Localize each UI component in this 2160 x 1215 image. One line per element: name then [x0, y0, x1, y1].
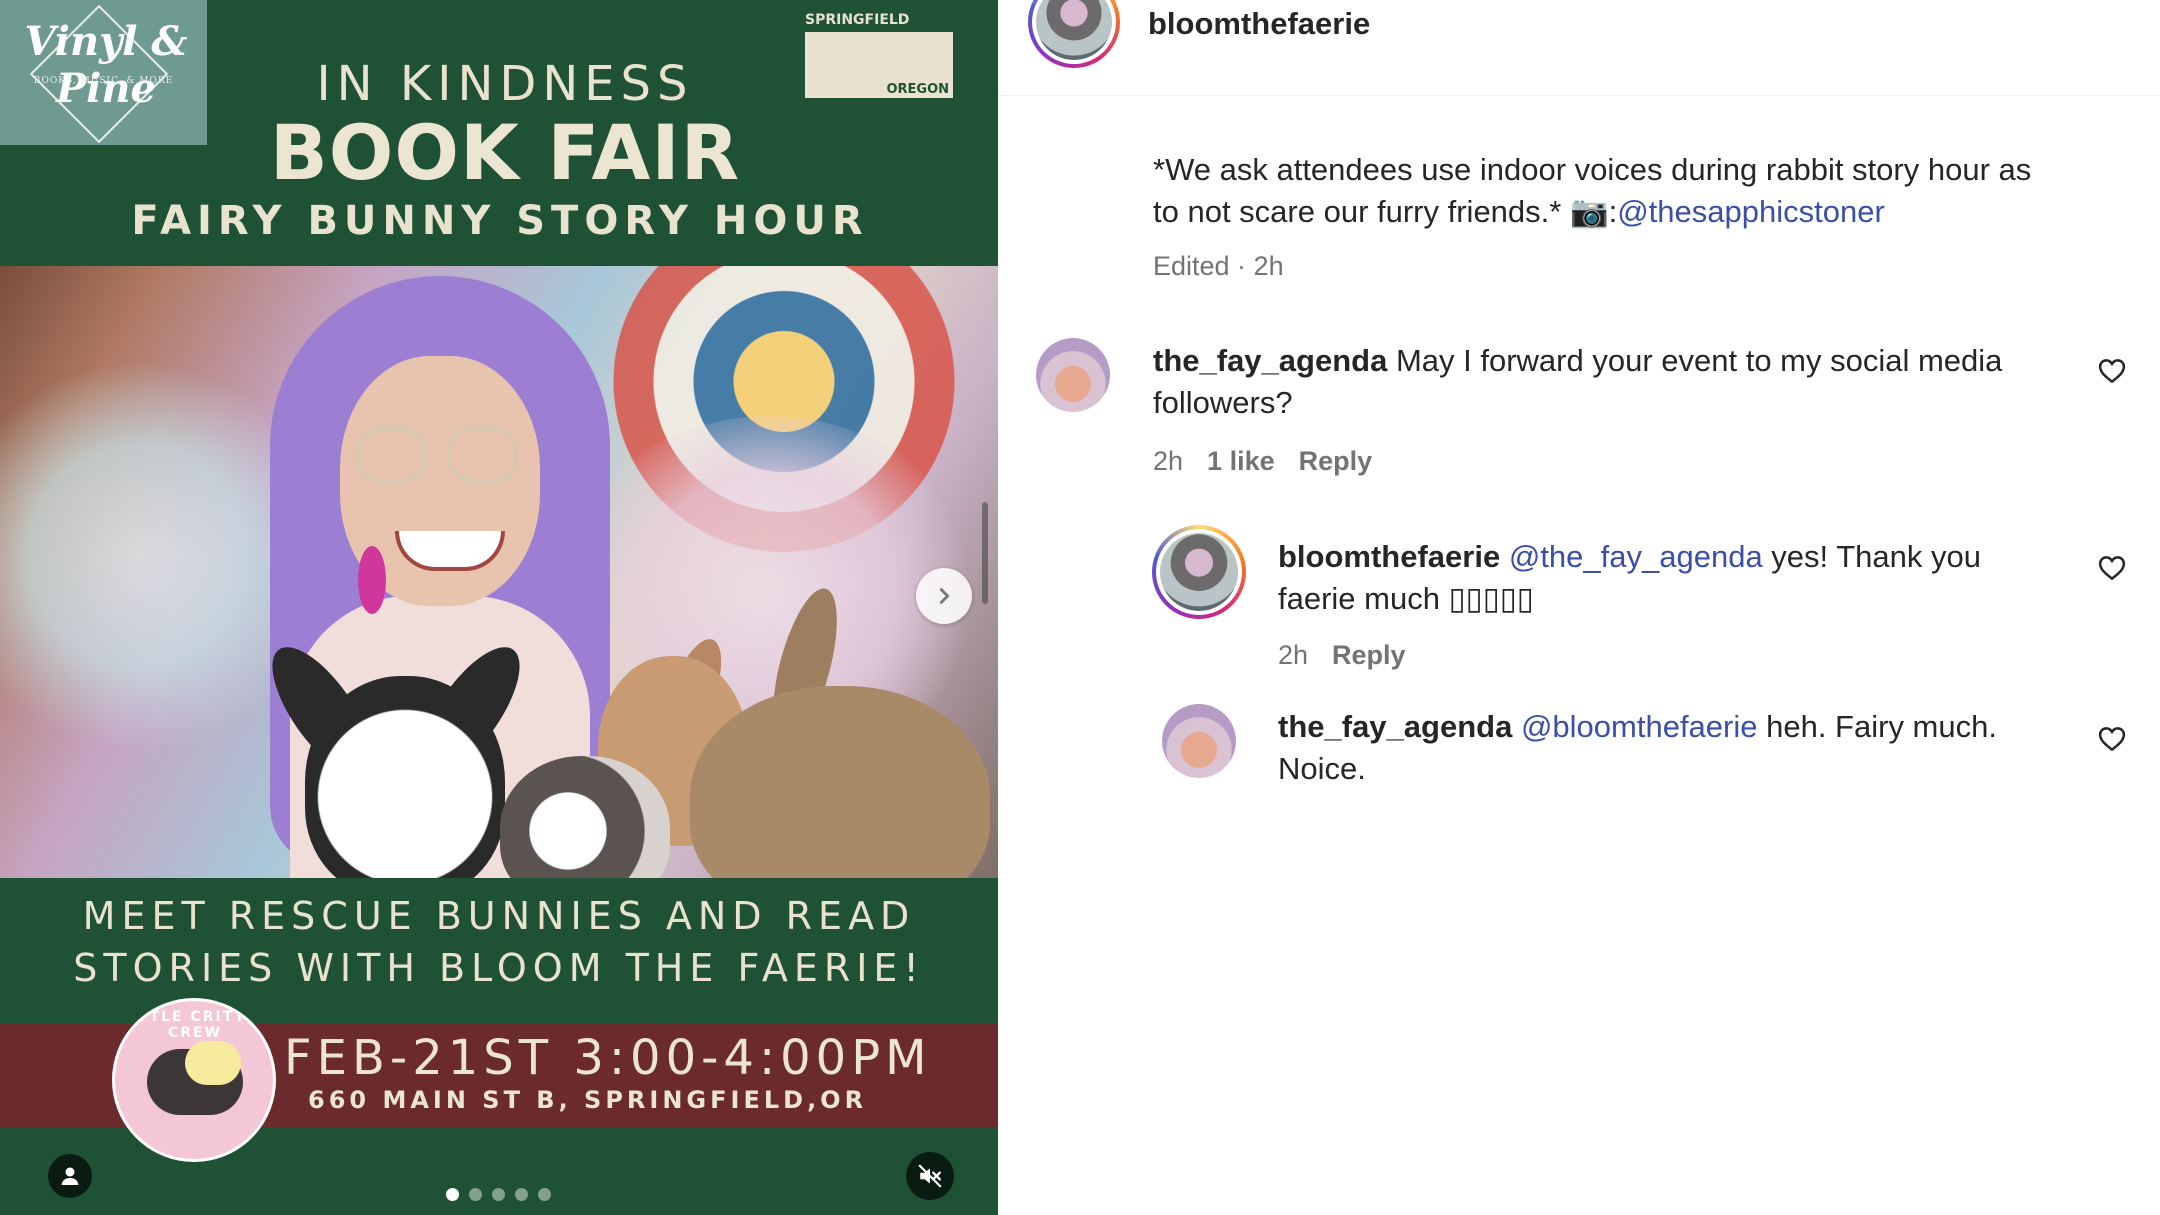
- glasses: [355, 426, 525, 486]
- tagline: MEET RESCUE BUNNIES AND READ STORIES WIT…: [0, 890, 998, 994]
- comment-time: 2h: [1153, 446, 1184, 476]
- carousel-dot[interactable]: [469, 1188, 482, 1201]
- comment-1-meta: 2h 1 like Reply: [1153, 446, 1372, 477]
- caption-line-1: *We ask attendees use indoor voices duri…: [1153, 152, 2032, 187]
- carousel-indicator: [446, 1188, 551, 1201]
- event-address: 660 MAIN ST B, SPRINGFIELD,OR: [308, 1086, 868, 1114]
- comment-username[interactable]: the_fay_agenda: [1278, 709, 1512, 744]
- camera-icon: 📷: [1569, 194, 1609, 229]
- comment-line-1: the_fay_agenda @bloomthefaerie heh. Fair…: [1278, 706, 2098, 748]
- carousel-dot[interactable]: [492, 1188, 505, 1201]
- comment-line-2: Noice.: [1278, 751, 1366, 786]
- caption-text: to not scare our furry friends.*: [1153, 194, 1570, 229]
- bunny-brown: [690, 686, 990, 878]
- comment-line-2: faerie much ▯▯▯▯▯: [1278, 581, 1534, 616]
- logo-springfield-top: SPRINGFIELD: [805, 12, 910, 28]
- little-critter-crew-logo: LITTLE CRITTER CREW: [112, 998, 276, 1162]
- author-avatar-image: [1036, 0, 1112, 60]
- comment-line-1: bloomthefaerie @the_fay_agenda yes! Than…: [1278, 536, 2098, 578]
- bunny-black-white: [305, 676, 505, 878]
- comment-text: May I forward your event to my social me…: [1395, 343, 2003, 378]
- event-date-time: FEB-21ST 3:00-4:00PM: [284, 1030, 932, 1086]
- carousel-dot[interactable]: [515, 1188, 528, 1201]
- like-heart-icon[interactable]: [2097, 553, 2127, 583]
- author-avatar[interactable]: [1028, 0, 1120, 68]
- media-scrollbar[interactable]: [982, 502, 988, 604]
- headline-in-kindness: IN KINDNESS: [316, 56, 694, 112]
- like-heart-icon[interactable]: [2097, 356, 2127, 386]
- post-media: Vinyl & Pine BOOKS, MUSIC, & MORE SPRING…: [0, 0, 998, 1215]
- comment-likes[interactable]: 1 like: [1207, 446, 1275, 476]
- person-icon: [61, 1167, 79, 1185]
- comment-3: the_fay_agenda @bloomthefaerie heh. Fair…: [1278, 706, 2098, 790]
- earring: [358, 546, 386, 614]
- comment-1: the_fay_agenda May I forward your event …: [1153, 340, 2073, 424]
- caption-colon: :: [1608, 194, 1618, 229]
- critter-logo-chick: [185, 1041, 241, 1085]
- like-heart-icon[interactable]: [2097, 724, 2127, 754]
- mention-link[interactable]: @thesapphicstoner: [1617, 194, 1885, 229]
- comment-line-2: followers?: [1153, 385, 1293, 420]
- carousel-next-button[interactable]: [916, 568, 972, 624]
- tagline-line-1: MEET RESCUE BUNNIES AND READ: [82, 894, 916, 938]
- event-photo: [0, 266, 998, 878]
- post-panel: bloomthefaerie *We ask attendees use ind…: [998, 0, 2160, 1215]
- reply-button[interactable]: Reply: [1332, 640, 1406, 670]
- carousel-dot[interactable]: [538, 1188, 551, 1201]
- mention-link[interactable]: @bloomthefaerie: [1521, 709, 1758, 744]
- reply-button[interactable]: Reply: [1299, 446, 1373, 476]
- comment-line-1: the_fay_agenda May I forward your event …: [1153, 340, 2073, 382]
- caption-meta: Edited · 2h: [1153, 251, 1284, 281]
- post-header: bloomthefaerie: [998, 0, 2160, 96]
- comment-text: heh. Fairy much.: [1757, 709, 1997, 744]
- comment-username[interactable]: bloomthefaerie: [1278, 539, 1500, 574]
- mention-link[interactable]: @the_fay_agenda: [1509, 539, 1763, 574]
- comment-text: yes! Thank you: [1762, 539, 1981, 574]
- comment-2: bloomthefaerie @the_fay_agenda yes! Than…: [1278, 536, 2098, 620]
- chevron-right-icon: [939, 588, 950, 604]
- comment-time: 2h: [1278, 640, 1309, 670]
- critter-logo-text: LITTLE CRITTER CREW: [119, 1009, 271, 1041]
- post-caption: *We ask attendees use indoor voices duri…: [1153, 149, 2133, 233]
- comment-username[interactable]: the_fay_agenda: [1153, 343, 1387, 378]
- caption-line-2: to not scare our furry friends.* 📷:@thes…: [1153, 191, 2133, 233]
- speaker-muted-icon: [918, 1164, 942, 1188]
- reply-author-avatar-image: [1160, 533, 1238, 611]
- author-username[interactable]: bloomthefaerie: [1148, 6, 1370, 42]
- reply-author-avatar[interactable]: [1152, 525, 1246, 619]
- mute-button[interactable]: [906, 1152, 954, 1200]
- tagline-line-2: STORIES WITH BLOOM THE FAERIE!: [73, 946, 925, 990]
- tagged-users-button[interactable]: [48, 1154, 92, 1198]
- commenter-avatar[interactable]: [1036, 338, 1110, 412]
- commenter-avatar[interactable]: [1162, 704, 1236, 778]
- carousel-dot[interactable]: [446, 1188, 459, 1201]
- comment-2-meta: 2h Reply: [1278, 640, 1406, 671]
- headline-story-hour: FAIRY BUNNY STORY HOUR: [131, 198, 869, 244]
- headline-book-fair: BOOK FAIR: [269, 108, 741, 197]
